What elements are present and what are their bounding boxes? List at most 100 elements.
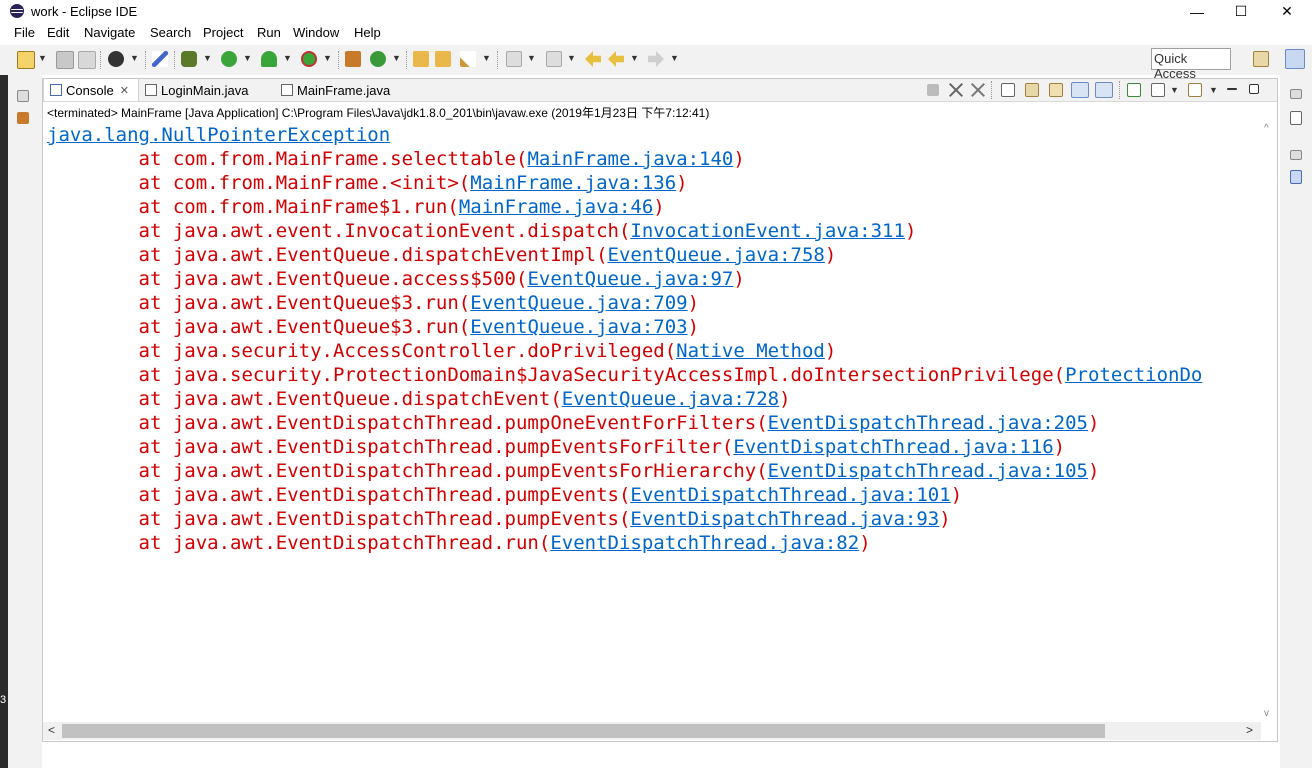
last-edit-location-icon[interactable]	[585, 51, 601, 67]
toolbar-separator	[338, 51, 340, 69]
menu-run[interactable]: Run	[257, 25, 281, 40]
maximize-button[interactable]: ☐	[1218, 0, 1264, 23]
back-dropdown-arrow[interactable]: ▼	[630, 53, 639, 63]
source-link[interactable]: EventDispatchThread.java:101	[630, 484, 950, 506]
profile-dropdown-arrow[interactable]: ▼	[130, 53, 139, 63]
next-annotation-icon[interactable]	[506, 51, 522, 67]
source-link[interactable]: EventDispatchThread.java:93	[630, 508, 939, 530]
restore-right-icon[interactable]	[1290, 89, 1302, 99]
debug-dropdown-arrow[interactable]: ▼	[203, 53, 212, 63]
source-link[interactable]: EventDispatchThread.java:205	[768, 412, 1088, 434]
source-link[interactable]: EventQueue.java:709	[470, 292, 687, 314]
package-explorer-icon[interactable]	[17, 112, 29, 124]
tab-loginmain[interactable]: LoginMain.java	[139, 79, 269, 101]
terminate-icon[interactable]	[927, 84, 939, 96]
exception-line[interactable]: java.lang.NullPointerException	[47, 123, 390, 147]
source-link[interactable]: EventQueue.java:703	[470, 316, 687, 338]
new-icon[interactable]	[17, 51, 35, 69]
source-link[interactable]: EventDispatchThread.java:82	[550, 532, 859, 554]
save-all-icon[interactable]	[78, 51, 96, 69]
java-perspective-icon[interactable]	[1285, 49, 1305, 69]
source-link[interactable]: MainFrame.java:140	[527, 148, 733, 170]
source-link[interactable]: Native Method	[676, 340, 825, 362]
new-java-class-icon[interactable]	[370, 51, 386, 67]
scroll-left-arrow-icon[interactable]: <	[48, 723, 55, 737]
menu-project[interactable]: Project	[203, 25, 243, 40]
minimize-view-icon[interactable]	[1227, 88, 1237, 90]
source-link[interactable]: EventQueue.java:758	[608, 244, 825, 266]
skip-breakpoints-icon[interactable]	[152, 51, 168, 67]
menu-help[interactable]: Help	[354, 25, 381, 40]
open-type-icon[interactable]	[413, 51, 429, 67]
minimize-button[interactable]: —	[1174, 0, 1220, 23]
maximize-view-icon[interactable]	[1249, 84, 1259, 94]
source-link[interactable]: ProtectionDo	[1065, 364, 1202, 386]
show-console-on-stdout-icon[interactable]	[1071, 82, 1089, 98]
new-class-dropdown-arrow[interactable]: ▼	[392, 53, 401, 63]
run-dropdown-arrow[interactable]: ▼	[243, 53, 252, 63]
next-annotation-dropdown-arrow[interactable]: ▼	[527, 53, 536, 63]
external-tools-icon[interactable]	[301, 51, 317, 67]
previous-annotation-icon[interactable]	[546, 51, 562, 67]
word-wrap-icon[interactable]	[1049, 83, 1063, 97]
source-link[interactable]: MainFrame.java:46	[459, 196, 653, 218]
vertical-scrollbar[interactable]: ^ v	[1261, 123, 1277, 721]
tab-console[interactable]: Console ✕	[43, 79, 139, 101]
display-selected-console-icon[interactable]	[1151, 83, 1165, 97]
external-tools-dropdown-arrow[interactable]: ▼	[323, 53, 332, 63]
source-link[interactable]: InvocationEvent.java:311	[630, 220, 905, 242]
forward-icon[interactable]	[648, 51, 664, 67]
scroll-down-arrow-icon[interactable]: v	[1264, 708, 1269, 719]
open-console-icon[interactable]	[1188, 83, 1202, 97]
remove-launch-icon[interactable]	[949, 83, 963, 97]
quick-access-field[interactable]: Quick Access	[1151, 48, 1231, 81]
run-icon[interactable]	[221, 51, 237, 67]
open-task-icon[interactable]	[435, 51, 451, 67]
debug-icon[interactable]	[181, 51, 197, 67]
search-icon[interactable]	[460, 51, 476, 67]
scroll-right-arrow-icon[interactable]: >	[1246, 723, 1253, 737]
source-link[interactable]: EventQueue.java:728	[562, 388, 779, 410]
horizontal-scrollbar-thumb[interactable]	[62, 724, 1105, 738]
previous-annotation-dropdown-arrow[interactable]: ▼	[567, 53, 576, 63]
source-link[interactable]: EventDispatchThread.java:105	[768, 460, 1088, 482]
coverage-dropdown-arrow[interactable]: ▼	[283, 53, 292, 63]
display-console-dropdown-arrow[interactable]: ▼	[1170, 85, 1179, 95]
tab-mainframe[interactable]: MainFrame.java	[275, 79, 405, 101]
menu-file[interactable]: File	[14, 25, 35, 40]
scroll-up-arrow-icon[interactable]: ^	[1264, 123, 1269, 134]
show-console-on-stderr-icon[interactable]	[1095, 82, 1113, 98]
menu-window[interactable]: Window	[293, 25, 339, 40]
pin-console-icon[interactable]	[1127, 83, 1141, 97]
toolbar-separator	[497, 51, 499, 69]
outline-icon[interactable]	[1290, 111, 1302, 125]
save-icon[interactable]	[56, 51, 74, 69]
clear-console-icon[interactable]	[1001, 83, 1015, 97]
menu-navigate[interactable]: Navigate	[84, 25, 135, 40]
task-list-icon[interactable]	[1290, 170, 1302, 184]
menu-search[interactable]: Search	[150, 25, 191, 40]
back-icon[interactable]	[608, 51, 624, 67]
stack-frame-text: at java.awt.EventQueue.access$500(	[47, 268, 528, 290]
scroll-lock-icon[interactable]	[1025, 83, 1039, 97]
restore-right-2-icon[interactable]	[1290, 150, 1302, 160]
forward-dropdown-arrow[interactable]: ▼	[670, 53, 679, 63]
open-perspective-icon[interactable]	[1253, 51, 1269, 67]
console-output[interactable]: java.lang.NullPointerException at com.fr…	[43, 123, 1261, 721]
source-link[interactable]: EventDispatchThread.java:116	[733, 436, 1053, 458]
restore-icon[interactable]	[17, 90, 29, 102]
new-dropdown-arrow[interactable]: ▼	[38, 53, 47, 63]
menu-edit[interactable]: Edit	[47, 25, 69, 40]
stack-frame-line: at com.from.MainFrame$1.run(MainFrame.ja…	[47, 195, 665, 219]
coverage-icon[interactable]	[261, 51, 277, 67]
remove-all-terminated-icon[interactable]	[971, 83, 985, 97]
new-java-project-icon[interactable]	[345, 51, 361, 67]
stack-frame-text: at java.awt.EventDispatchThread.run(	[47, 532, 551, 554]
source-link[interactable]: EventQueue.java:97	[527, 268, 733, 290]
close-tab-icon[interactable]: ✕	[120, 84, 129, 97]
close-window-button[interactable]: ✕	[1264, 0, 1310, 23]
source-link[interactable]: MainFrame.java:136	[470, 172, 676, 194]
open-console-dropdown-arrow[interactable]: ▼	[1209, 85, 1218, 95]
search-dropdown-arrow[interactable]: ▼	[482, 53, 491, 63]
profile-icon[interactable]	[108, 51, 124, 67]
